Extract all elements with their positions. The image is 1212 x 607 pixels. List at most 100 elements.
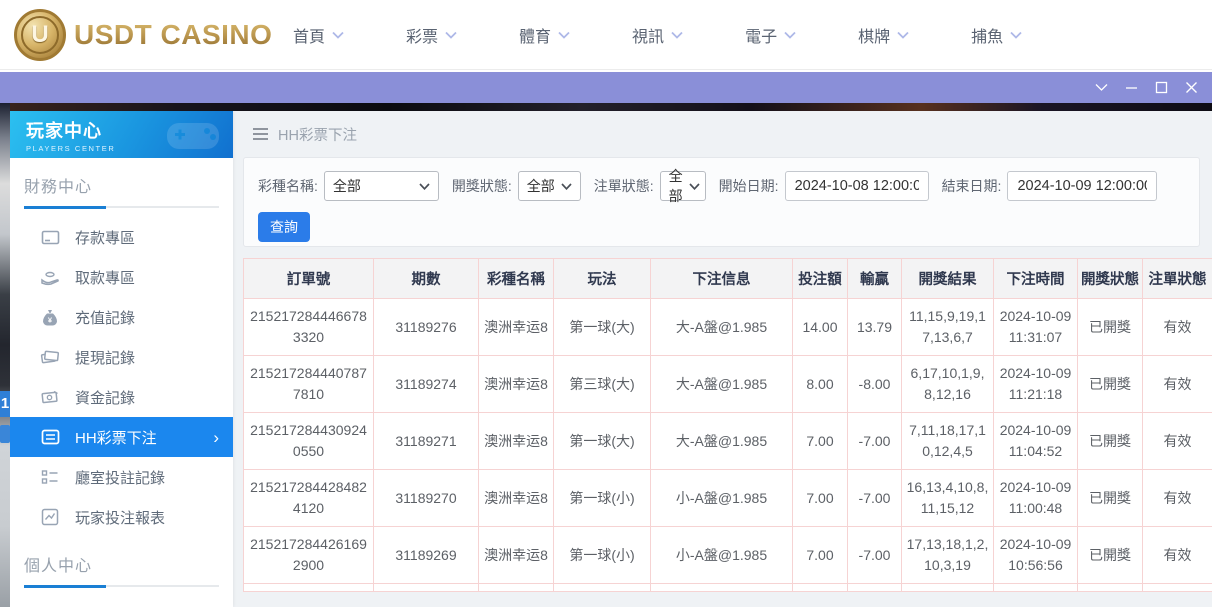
table-cell: 已開獎 [1078,527,1143,584]
background-blue-badge [0,425,10,443]
section-personal-center: 個人中心 [24,552,219,587]
table-cell: 2152172844466783320 [244,299,374,356]
order-status-label: 注單狀態: [594,176,654,196]
nav-item-live[interactable]: 視訊 [601,23,714,47]
column-header: 開獎結果 [902,259,994,299]
sidebar-item-announcements[interactable]: 消息公告 [10,596,233,607]
table-cell: 已開獎 [1078,356,1143,413]
chevron-down-icon [897,31,909,39]
table-cell: 第一球(大) [554,413,651,470]
sidebar-item-recharge-record[interactable]: ¥ 充值記錄 [10,297,233,337]
draw-status-select[interactable]: 全部 [518,171,581,201]
table-cell [479,584,554,592]
chevron-right-icon: › [213,429,219,446]
lottery-name-select[interactable]: 全部 [324,171,439,201]
window-titlebar [0,72,1212,103]
table-cell: 6,17,10,1,9,8,12,16 [902,356,994,413]
background-image-strip [0,103,1212,111]
table-cell [848,584,902,592]
table-cell: 2024-10-09 11:21:18 [994,356,1078,413]
main-menu: 首頁 彩票 體育 視訊 電子 棋牌 捕魚 [262,0,1053,70]
window-close-icon[interactable] [1176,72,1206,103]
table-cell: 31189271 [374,413,479,470]
bets-table-header: 訂單號期數彩種名稱玩法下注信息投注額輸贏開獎結果下注時間開獎狀態注單狀態 [244,259,1212,299]
usdt-casino-logo[interactable]: U USDT CASINO [14,8,272,62]
section-title: 個人中心 [24,552,219,576]
column-header: 玩法 [554,259,651,299]
start-date-label: 開始日期: [719,176,779,196]
sidebar-menu-personal: 消息公告 [10,596,233,607]
table-cell: 第一球(大) [554,299,651,356]
table-cell [1143,584,1212,592]
table-cell: 2152172844284824120 [244,470,374,527]
table-cell: 澳洲幸运8 [479,470,554,527]
lottery-bet-icon [40,427,60,447]
main-content: HH彩票下注 彩種名稱: 全部 開獎狀態: 全部 注單狀態: 全部 [233,111,1212,607]
table-cell: 2152172844309240550 [244,413,374,470]
nav-item-home[interactable]: 首頁 [262,23,375,47]
sidebar-item-funds-record[interactable]: 資金記錄 [10,377,233,417]
sidebar-header: 玩家中心 PLAYERS CENTER [10,111,233,158]
table-cell: 13.79 [848,299,902,356]
table-cell: 7,11,18,17,10,12,4,5 [902,413,994,470]
search-button[interactable]: 查詢 [258,212,310,242]
end-date-input[interactable] [1007,171,1157,201]
table-cell [793,584,848,592]
table-cell: 澳洲幸运8 [479,299,554,356]
table-cell: 2152172844261692900 [244,527,374,584]
withdrawal-record-icon [40,347,60,367]
chevron-down-icon [561,183,572,190]
collapse-menu-icon[interactable] [253,128,268,140]
nav-item-fishing[interactable]: 捕魚 [940,23,1053,47]
sidebar-item-hall-bet-records[interactable]: 廳室投註記錄 [10,457,233,497]
table-cell: 8.00 [793,356,848,413]
brand-text: USDT CASINO [74,19,272,51]
table-cell: 已開獎 [1078,299,1143,356]
sidebar-item-withdrawal-record[interactable]: 提現記錄 [10,337,233,377]
chevron-down-icon [1010,31,1022,39]
nav-item-cards[interactable]: 棋牌 [827,23,940,47]
column-header: 彩種名稱 [479,259,554,299]
table-cell: 第一球(小) [554,527,651,584]
table-cell: 2024-10-09 11:00:48 [994,470,1078,527]
table-cell: 17,13,18,1,2,10,3,19 [902,527,994,584]
start-date-input[interactable] [785,171,929,201]
chevron-down-icon [671,31,683,39]
table-cell: 澳洲幸运8 [479,527,554,584]
table-cell: 31189276 [374,299,479,356]
nav-item-sports[interactable]: 體育 [488,23,601,47]
window-minimize-icon[interactable] [1116,72,1146,103]
sidebar-item-hh-lottery-bets[interactable]: HH彩票下注 › [10,417,233,457]
table-cell: 有效 [1143,299,1212,356]
table-cell: 有效 [1143,470,1212,527]
table-cell: 31189269 [374,527,479,584]
lottery-name-label: 彩種名稱: [258,176,318,196]
window-maximize-icon[interactable] [1146,72,1176,103]
table-row: 215217284446678332031189276澳洲幸运8第一球(大)大-… [244,299,1212,356]
column-header: 訂單號 [244,259,374,299]
sidebar: 玩家中心 PLAYERS CENTER 財務中心 存款專區 [10,111,233,607]
table-cell: 澳洲幸运8 [479,413,554,470]
chevron-down-icon [332,31,344,39]
table-cell: 第一球(小) [554,470,651,527]
nav-item-lottery[interactable]: 彩票 [375,23,488,47]
sidebar-item-player-bet-report[interactable]: 玩家投注報表 [10,497,233,537]
column-header: 輸贏 [848,259,902,299]
filter-panel: 彩種名稱: 全部 開獎狀態: 全部 注單狀態: 全部 開始日期: 結束日期: [243,157,1200,247]
nav-item-slots[interactable]: 電子 [714,23,827,47]
chevron-down-icon [689,183,700,190]
draw-status-label: 開獎狀態: [452,176,512,196]
table-cell: 小-A盤@1.985 [651,527,793,584]
sidebar-item-withdraw[interactable]: 取款專區 [10,257,233,297]
table-cell [651,584,793,592]
table-cell: 有效 [1143,356,1212,413]
table-cell: 小-A盤@1.985 [651,470,793,527]
table-cell: 16,13,4,10,8,11,15,12 [902,470,994,527]
funds-record-icon [40,387,60,407]
sidebar-item-deposit[interactable]: 存款專區 [10,217,233,257]
window-dropdown-icon[interactable] [1086,72,1116,103]
section-underline [24,585,219,587]
order-status-select[interactable]: 全部 [660,171,706,201]
table-cell: 已開獎 [1078,413,1143,470]
table-cell: 31189274 [374,356,479,413]
